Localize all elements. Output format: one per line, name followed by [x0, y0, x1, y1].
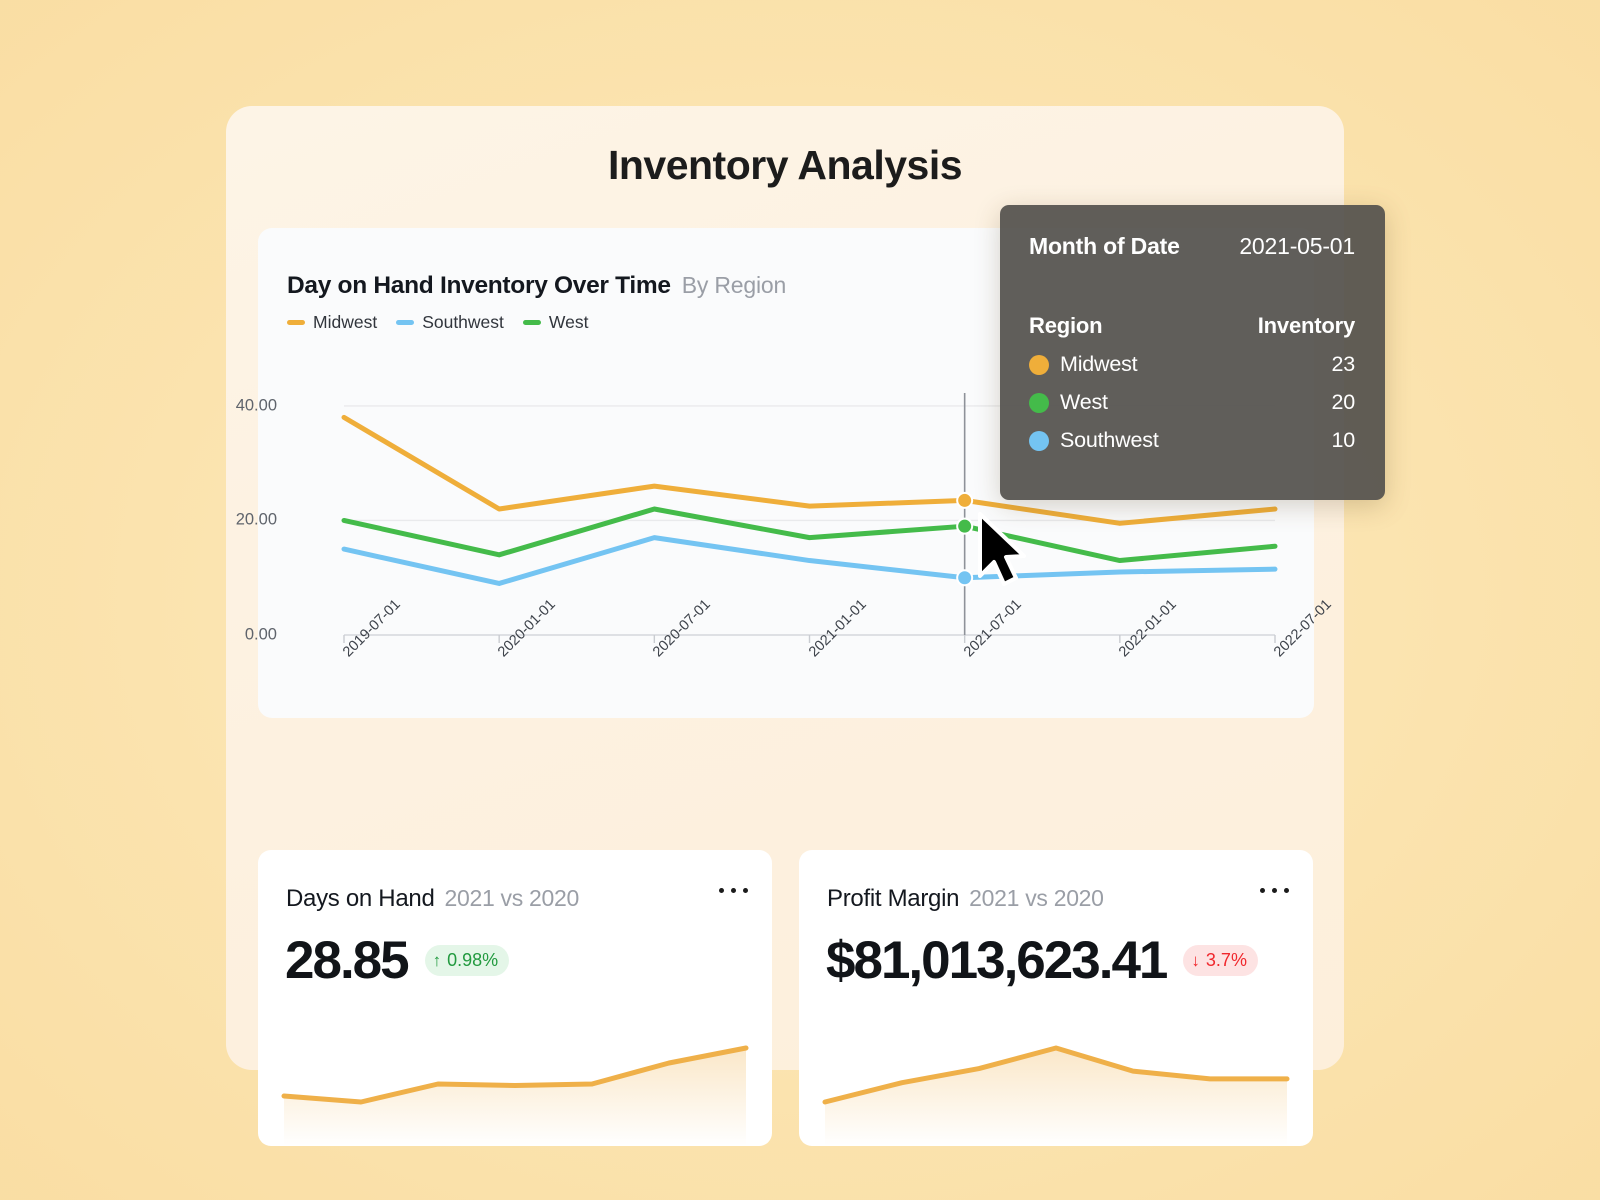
kpi-value: $81,013,623.41	[826, 931, 1168, 990]
kpi-sparkline	[281, 1045, 749, 1146]
arrow-down-icon: ↓	[1191, 951, 1200, 970]
kpi-overflow-menu-icon[interactable]	[1260, 888, 1289, 893]
tooltip-region-name: West	[1060, 390, 1108, 414]
kpi-delta-value: 0.98%	[447, 950, 499, 970]
tooltip-row: Southwest 10	[1029, 428, 1355, 453]
legend-swatch-icon	[396, 320, 415, 325]
y-axis-tick-label: 40.00	[235, 396, 277, 415]
tooltip-inventory-value: 20	[1331, 390, 1355, 414]
tooltip-inventory-value: 10	[1331, 428, 1355, 452]
tooltip-date-value: 2021-05-01	[1239, 233, 1355, 259]
tooltip-rows: Midwest 23 West 20 Southwest 10	[1029, 352, 1355, 453]
chart-hover-tooltip: Month of Date 2021-05-01 Region Inventor…	[1000, 205, 1385, 500]
region-color-dot-icon	[1029, 392, 1049, 413]
page-title: Inventory Analysis	[607, 142, 963, 188]
legend-item-west[interactable]: West	[522, 312, 589, 333]
tooltip-col-inventory: Inventory	[1257, 313, 1355, 338]
legend-item-midwest[interactable]: Midwest	[287, 312, 377, 333]
legend-label: West	[548, 312, 589, 332]
legend-swatch-icon	[522, 320, 541, 325]
kpi-card-days-on-hand[interactable]: Days on Hand 2021 vs 2020 28.85 ↑ 0.98%	[258, 850, 772, 1146]
legend-item-southwest[interactable]: Southwest	[396, 312, 504, 333]
kpi-overflow-menu-icon[interactable]	[719, 888, 748, 893]
y-axis-tick-label: 0.00	[244, 625, 277, 644]
tooltip-row: Midwest 23	[1029, 352, 1355, 377]
tooltip-region-name: Midwest	[1060, 352, 1138, 376]
legend-label: Midwest	[313, 312, 378, 332]
kpi-sparkline	[822, 1045, 1290, 1146]
arrow-up-icon: ↑	[432, 951, 442, 970]
tooltip-col-region: Region	[1029, 313, 1103, 338]
y-axis-tick-label: 20.00	[235, 510, 277, 529]
tooltip-row: West 20	[1029, 390, 1355, 415]
tooltip-date-row: Month of Date 2021-05-01	[1029, 233, 1355, 260]
tooltip-region-name: Southwest	[1060, 428, 1159, 452]
kpi-title: Days on Hand	[286, 885, 435, 912]
kpi-header: Profit Margin 2021 vs 2020	[827, 885, 1291, 913]
chart-card-header: Day on Hand Inventory Over Time By Regio…	[287, 272, 786, 300]
chart-title: Day on Hand Inventory Over Time	[287, 272, 671, 299]
kpi-value: 28.85	[285, 931, 410, 990]
legend-swatch-icon	[287, 320, 305, 325]
tooltip-inventory-value: 23	[1331, 352, 1355, 376]
kpi-period: 2021 vs 2020	[444, 885, 580, 911]
kpi-header: Days on Hand 2021 vs 2020	[286, 885, 750, 913]
region-color-dot-icon	[1029, 354, 1049, 375]
legend-label: Southwest	[422, 312, 504, 332]
kpi-title: Profit Margin	[827, 885, 960, 912]
kpi-delta-value: 3.7%	[1205, 950, 1247, 970]
kpi-period: 2021 vs 2020	[969, 885, 1104, 911]
tooltip-date-label: Month of Date	[1029, 233, 1180, 259]
kpi-card-profit-margin[interactable]: Profit Margin 2021 vs 2020 $81,013,623.4…	[799, 850, 1313, 1146]
tooltip-table-header: Region Inventory	[1029, 313, 1355, 339]
chart-legend: Midwest Southwest West	[287, 312, 588, 333]
kpi-value-row: $81,013,623.41 ↓ 3.7%	[826, 930, 1258, 991]
chart-subtitle: By Region	[681, 272, 787, 298]
kpi-delta-badge: ↑ 0.98%	[424, 945, 510, 976]
kpi-value-row: 28.85 ↑ 0.98%	[285, 930, 510, 991]
region-color-dot-icon	[1029, 430, 1049, 451]
kpi-delta-badge: ↓ 3.7%	[1183, 945, 1258, 976]
